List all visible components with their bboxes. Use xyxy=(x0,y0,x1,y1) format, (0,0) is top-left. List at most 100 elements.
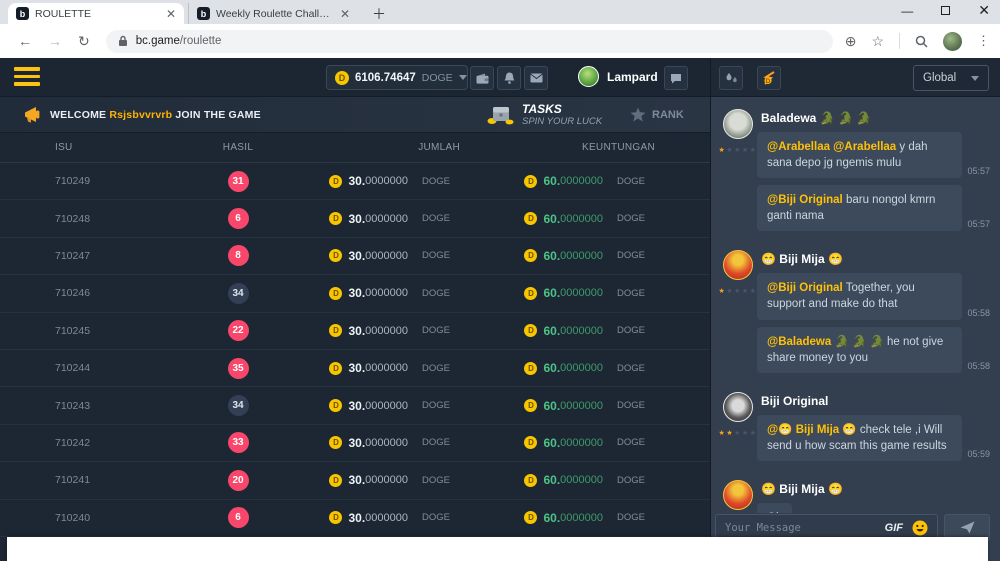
address-bar[interactable]: bc.game/roulette xyxy=(106,30,833,53)
bet-table-header: ISU HASIL JUMLAH KEUNTUNGAN xyxy=(0,133,710,163)
chat-toggle-button[interactable] xyxy=(664,66,688,90)
window-minimize-button[interactable]: — xyxy=(901,4,913,18)
doge-coin-icon: D xyxy=(329,436,342,449)
profit-amount: D 60.0000000 DOGE xyxy=(470,399,665,413)
gif-button[interactable]: GIF xyxy=(885,522,903,534)
bet-currency: DOGE xyxy=(422,512,460,523)
chat-author[interactable]: 😁 Biji Mija 😁 xyxy=(761,252,990,266)
mention[interactable]: @😁 Biji Mija 😁 xyxy=(767,424,857,436)
profit-amount: D 60.0000000 DOGE xyxy=(470,249,665,263)
browser-menu-icon[interactable]: ⋮ xyxy=(977,33,990,49)
doge-coin-icon: D xyxy=(329,175,342,188)
table-row[interactable]: 710242 33 D 30.0000000 DOGE D 60.0000000… xyxy=(0,425,710,462)
doge-coin-icon: D xyxy=(524,212,537,225)
bet-frac: 0000000 xyxy=(365,250,408,262)
chat-message: @Arabellaa @Arabellaa y dah sana depo jg… xyxy=(757,132,990,178)
mention[interactable]: @Baladewa 🐊 🐊 🐊 xyxy=(767,336,884,348)
balance-selector[interactable]: D 6106.74647 DOGE xyxy=(326,65,468,90)
chat-message-group: ★★★★★ Baladewa 🐊 🐊 🐊 @Arabellaa @Arabell… xyxy=(719,109,990,238)
bet-currency: DOGE xyxy=(422,400,460,411)
rain-button[interactable] xyxy=(719,66,743,90)
doge-coin-icon: D xyxy=(329,249,342,262)
message-time: 05:57 xyxy=(967,219,990,231)
mail-button[interactable] xyxy=(524,66,548,90)
tab-roulette[interactable]: b ROULETTE ✕ xyxy=(8,3,184,24)
reload-icon[interactable]: ↻ xyxy=(78,33,90,50)
table-row[interactable]: 710240 6 D 30.0000000 DOGE D 60.0000000 … xyxy=(0,500,710,537)
win-frac: 0000000 xyxy=(560,175,603,187)
avatar[interactable] xyxy=(723,250,753,280)
doge-coin-icon: D xyxy=(329,287,342,300)
tab-close-icon[interactable]: ✕ xyxy=(166,7,176,21)
welcomed-player-name[interactable]: Rsjsbvvrvrb xyxy=(109,109,172,121)
doge-coin-icon: D xyxy=(524,436,537,449)
chat-message: @Biji Original baru nongol kmrn ganti na… xyxy=(757,185,990,231)
mention[interactable]: @Biji Original xyxy=(767,194,843,206)
search-icon[interactable] xyxy=(915,35,928,48)
tab-close-icon[interactable]: ✕ xyxy=(340,7,350,21)
doge-coin-icon: D xyxy=(329,474,342,487)
header-keuntungan: KEUNTUNGAN xyxy=(582,142,665,153)
avatar[interactable] xyxy=(723,392,753,422)
menu-hamburger-icon[interactable] xyxy=(14,67,40,90)
chat-message-group: ★★★★★ 😁 Biji Mija 😁 @Biji Original Toget… xyxy=(719,250,990,379)
win-currency: DOGE xyxy=(617,363,655,374)
table-row[interactable]: 710241 20 D 30.0000000 DOGE D 60.0000000… xyxy=(0,462,710,499)
chat-author[interactable]: Baladewa 🐊 🐊 🐊 xyxy=(761,111,990,125)
emoji-button[interactable] xyxy=(912,520,928,536)
chat-channel-select[interactable]: Global xyxy=(913,65,989,91)
mention[interactable]: @Biji Original xyxy=(767,282,843,294)
window-maximize-button[interactable] xyxy=(941,6,950,15)
table-row[interactable]: 710247 8 D 30.0000000 DOGE D 60.0000000 … xyxy=(0,238,710,275)
win-frac: 0000000 xyxy=(560,325,603,337)
profit-amount: D 60.0000000 DOGE xyxy=(470,361,665,375)
rank-button[interactable]: RANK xyxy=(630,107,684,122)
chat-author[interactable]: Biji Original xyxy=(761,394,990,408)
bookmark-star-icon[interactable]: ☆ xyxy=(871,33,884,50)
chat-author[interactable]: 😁 Biji Mija 😁 xyxy=(761,482,990,496)
bet-table-body: 710249 31 D 30.0000000 DOGE D 60.0000000… xyxy=(0,163,710,537)
megaphone-icon xyxy=(22,106,44,124)
wallet-button[interactable] xyxy=(470,66,494,90)
bcgame-app: D 6106.74647 DOGE Lampard xyxy=(0,58,1000,561)
message-time: 05:59 xyxy=(967,449,990,461)
group-messages: @😁 Biji Mija 😁 check tele ,i Will send u… xyxy=(757,415,990,461)
avatar[interactable] xyxy=(723,480,753,510)
zoom-page-icon[interactable]: ⊕ xyxy=(845,33,857,50)
chat-message: @Biji Original Together, you support and… xyxy=(757,273,990,319)
notifications-button[interactable] xyxy=(497,66,521,90)
win-frac: 0000000 xyxy=(560,362,603,374)
coindrop-button[interactable]: D xyxy=(757,66,781,90)
message-input[interactable] xyxy=(725,522,885,534)
win-main: 60. xyxy=(543,511,560,525)
browser-urlbar: ← → ↻ bc.game/roulette ⊕ ☆ ⋮ xyxy=(0,24,1000,58)
table-row[interactable]: 710249 31 D 30.0000000 DOGE D 60.0000000… xyxy=(0,163,710,200)
url-path: /roulette xyxy=(180,35,222,47)
table-row[interactable]: 710245 22 D 30.0000000 DOGE D 60.0000000… xyxy=(0,313,710,350)
table-row[interactable]: 710248 6 D 30.0000000 DOGE D 60.0000000 … xyxy=(0,200,710,237)
browser-profile-avatar[interactable] xyxy=(943,32,962,51)
avatar[interactable] xyxy=(723,109,753,139)
doge-coin-icon: D xyxy=(329,399,342,412)
chat-messages[interactable]: ★★★★★ Baladewa 🐊 🐊 🐊 @Arabellaa @Arabell… xyxy=(711,97,1000,513)
welcome-message: WELCOME Rsjsbvvrvrb JOIN THE GAME xyxy=(50,109,261,121)
back-icon[interactable]: ← xyxy=(18,33,32,49)
table-row[interactable]: 710243 34 D 30.0000000 DOGE D 60.0000000… xyxy=(0,387,710,424)
table-row[interactable]: 710246 34 D 30.0000000 DOGE D 60.0000000… xyxy=(0,275,710,312)
table-row[interactable]: 710244 35 D 30.0000000 DOGE D 60.0000000… xyxy=(0,350,710,387)
result-ball: 6 xyxy=(228,208,249,229)
window-close-button[interactable]: ✕ xyxy=(978,2,990,19)
bottom-white-panel xyxy=(7,537,988,561)
profit-amount: D 60.0000000 DOGE xyxy=(470,174,665,188)
wallet-icon xyxy=(476,73,489,84)
profit-amount: D 60.0000000 DOGE xyxy=(470,473,665,487)
bet-currency: DOGE xyxy=(422,250,460,261)
chevron-down-icon xyxy=(459,75,467,80)
forward-icon[interactable]: → xyxy=(48,33,62,49)
round-id: 710244 xyxy=(40,362,180,374)
mention[interactable]: @Arabellaa @Arabellaa xyxy=(767,141,896,153)
new-tab-button[interactable]: ＋ xyxy=(372,4,386,24)
tab-weekly-challenge[interactable]: b Weekly Roulette Challenge - Win ✕ xyxy=(188,3,358,24)
user-menu[interactable]: Lampard xyxy=(578,66,677,87)
tasks-button[interactable]: TASKS SPIN YOUR LUCK xyxy=(487,102,602,127)
